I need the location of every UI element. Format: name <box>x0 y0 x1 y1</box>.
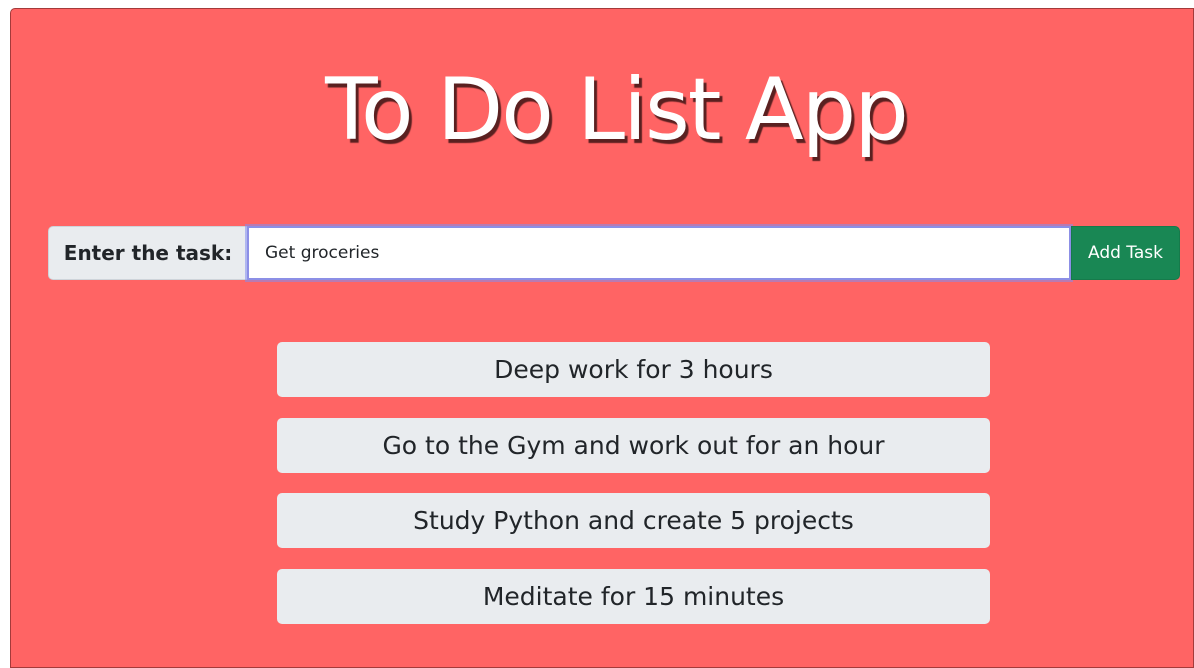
task-form: Enter the task: Add Task <box>48 226 1180 280</box>
task-item[interactable]: Go to the Gym and work out for an hour <box>277 417 990 473</box>
task-item[interactable]: Meditate for 15 minutes <box>277 568 990 624</box>
app-panel: To Do List App Enter the task: Add Task … <box>10 8 1194 668</box>
task-item[interactable]: Deep work for 3 hours <box>277 342 990 397</box>
task-input[interactable] <box>247 226 1071 280</box>
task-input-label: Enter the task: <box>48 226 247 280</box>
task-item[interactable]: Study Python and create 5 projects <box>277 493 990 548</box>
app-title: To Do List App <box>325 60 909 160</box>
add-task-button[interactable]: Add Task <box>1071 226 1180 280</box>
task-list: Deep work for 3 hours Go to the Gym and … <box>277 342 990 644</box>
